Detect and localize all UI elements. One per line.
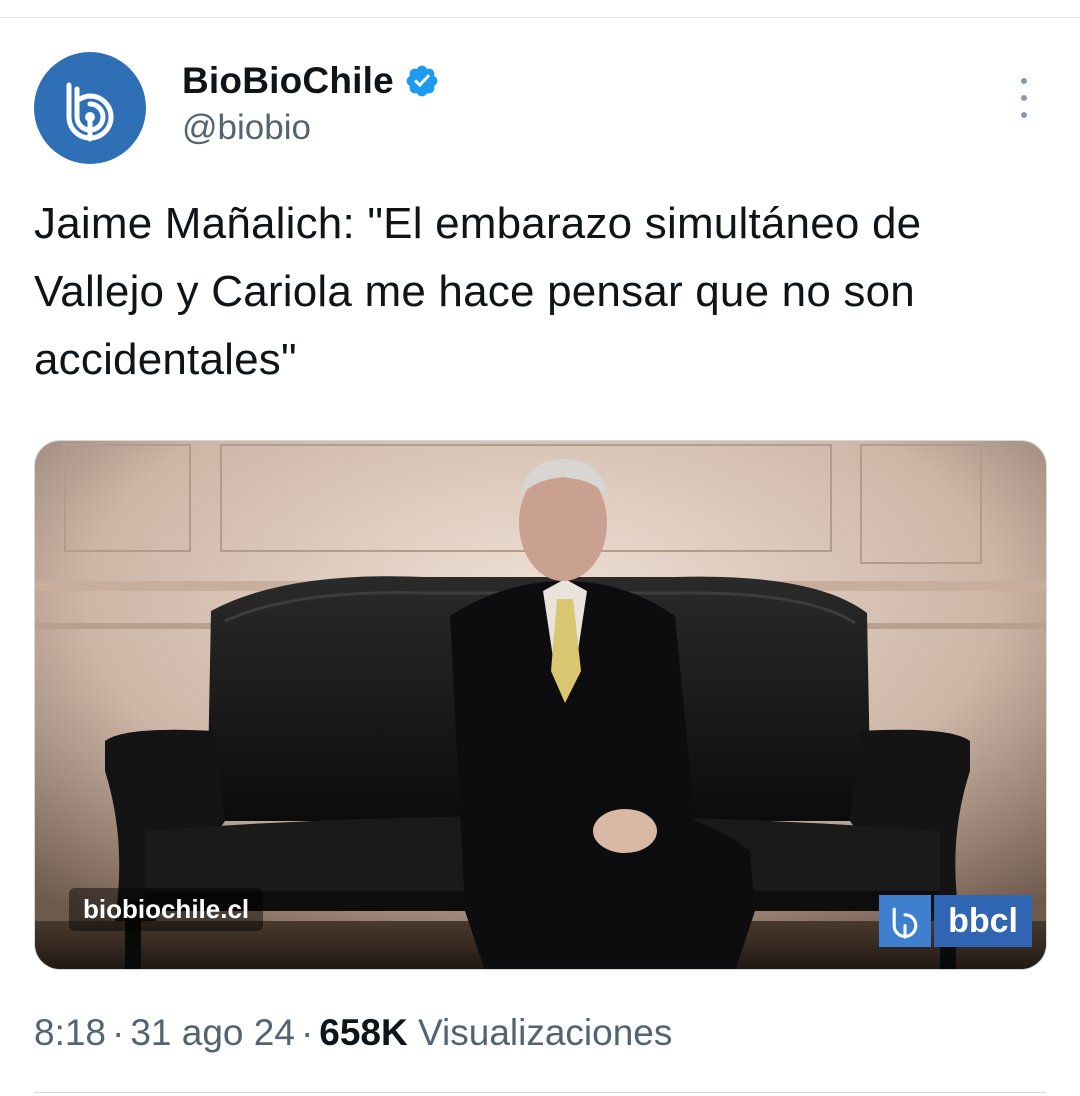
tweet-text: Jaime Mañalich: "El embarazo simultáneo …: [34, 199, 922, 384]
views-count: 658K: [319, 1012, 408, 1053]
watermark-logo-text: bbcl: [934, 895, 1032, 947]
more-dot: [1021, 78, 1027, 84]
handle[interactable]: @biobio: [182, 108, 440, 148]
display-name[interactable]: BioBioChile: [182, 60, 394, 102]
tweet-photo[interactable]: biobiochile.cl bbcl: [34, 440, 1047, 970]
bottom-divider: [34, 1092, 1046, 1093]
avatar[interactable]: [34, 52, 146, 164]
meta-separator: ·: [300, 1012, 314, 1053]
biobio-logo-icon: [66, 82, 114, 142]
watermark-logo: bbcl: [879, 895, 1032, 947]
tweet-date[interactable]: 31 ago 24: [130, 1012, 295, 1053]
tweet-meta: 8:18 · 31 ago 24 · 658K Visualizaciones: [34, 1012, 672, 1054]
more-options-icon[interactable]: [1012, 78, 1036, 118]
bbcl-logo-icon: [879, 895, 932, 947]
meta-separator: ·: [112, 1012, 125, 1053]
tweet-header: BioBioChile @biobio: [182, 58, 440, 148]
verified-badge-icon: [406, 65, 438, 97]
watermark-url: biobiochile.cl: [69, 888, 264, 931]
name-row: BioBioChile: [182, 58, 440, 104]
tweet-time[interactable]: 8:18: [34, 1012, 106, 1053]
more-dot: [1021, 112, 1027, 118]
views-label: Visualizaciones: [418, 1012, 673, 1053]
more-dot: [1021, 95, 1027, 101]
top-divider: [0, 17, 1080, 18]
